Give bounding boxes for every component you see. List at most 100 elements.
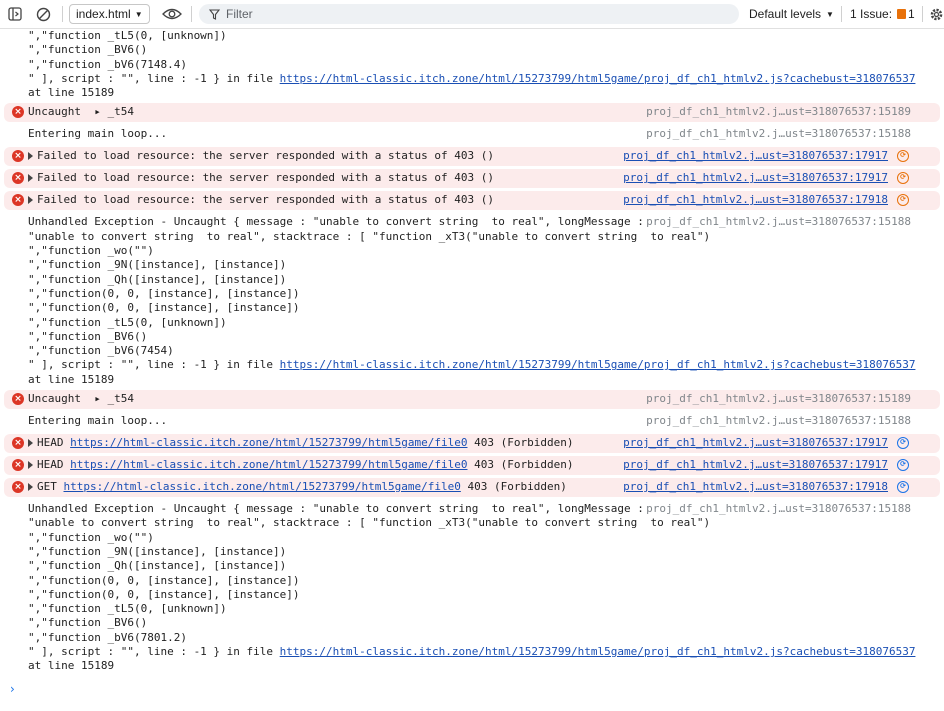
eye-icon xyxy=(162,8,182,20)
error-icon: × xyxy=(12,194,24,207)
issues-label: 1 Issue: xyxy=(850,7,893,21)
request-url-link[interactable]: https://html-classic.itch.zone/html/1527… xyxy=(70,458,467,471)
log-message: HEAD https://html-classic.itch.zone/html… xyxy=(28,436,573,450)
context-label: index.html xyxy=(76,7,131,21)
sidebar-toggle-button[interactable] xyxy=(8,0,22,28)
log-message: " ], script : "", line : -1 } in file ht… xyxy=(28,358,916,372)
log-message: at line 15189 xyxy=(28,372,115,386)
console-prompt[interactable]: › xyxy=(10,682,15,696)
info-row: Entering main loop... proj_df_ch1_htmlv2.… xyxy=(0,412,944,431)
request-url-link[interactable]: https://html-classic.itch.zone/html/1527… xyxy=(70,436,467,449)
expand-triangle-icon[interactable] xyxy=(28,461,33,470)
context-selector[interactable]: index.html ▼ xyxy=(69,4,150,24)
clear-icon xyxy=(36,7,51,21)
expand-triangle-icon[interactable] xyxy=(28,152,33,161)
issue-flag-icon xyxy=(897,9,907,19)
error-row[interactable]: × HEAD https://html-classic.itch.zone/htm… xyxy=(4,456,940,476)
error-icon: × xyxy=(12,437,24,450)
info-row: Entering main loop... proj_df_ch1_htmlv2.… xyxy=(0,125,944,144)
log-text: " ], script : "", line : -1 } in file ht… xyxy=(0,645,944,659)
log-text: at line 15189 xyxy=(0,373,944,387)
source-location-link[interactable]: proj_df_ch1_htmlv2.j…ust=318076537:17917 xyxy=(623,458,888,472)
log-message: Unhandled Exception - Uncaught { message… xyxy=(28,502,711,644)
source-location-link[interactable]: proj_df_ch1_htmlv2.j…ust=318076537:17918 xyxy=(623,193,888,207)
log-message: " ], script : "", line : -1 } in file ht… xyxy=(28,71,916,85)
log-message: Failed to load resource: the server resp… xyxy=(28,193,494,207)
log-text: " ], script : "", line : -1 } in file ht… xyxy=(0,358,944,372)
log-text: at line 15189 xyxy=(0,659,944,673)
log-message: Failed to load resource: the server resp… xyxy=(28,171,494,185)
filter-icon xyxy=(209,8,220,20)
log-message: " ], script : "", line : -1 } in file ht… xyxy=(28,645,916,659)
log-message: GET https://html-classic.itch.zone/html/… xyxy=(28,480,567,494)
error-row[interactable]: × Failed to load resource: the server res… xyxy=(4,191,940,211)
source-location-link[interactable]: proj_df_ch1_htmlv2.j…ust=318076537:15189 xyxy=(646,392,911,406)
log-levels-dropdown[interactable]: Default levels ▼ xyxy=(749,0,834,28)
error-icon: × xyxy=(12,393,24,406)
source-location-link[interactable]: proj_df_ch1_htmlv2.j…ust=318076537:17917 xyxy=(623,436,888,450)
network-request-icon[interactable]: ⟳ xyxy=(897,481,909,494)
source-location-link[interactable]: proj_df_ch1_htmlv2.j…ust=318076537:17917 xyxy=(623,171,888,185)
source-file-link[interactable]: https://html-classic.itch.zone/html/1527… xyxy=(280,645,916,658)
log-message: Uncaught ▸ _t54 xyxy=(28,392,134,406)
network-request-icon[interactable]: ⟳ xyxy=(897,437,909,450)
sidebar-icon xyxy=(8,7,22,21)
error-icon: × xyxy=(12,481,24,494)
log-message: Entering main loop... xyxy=(28,127,168,141)
error-row[interactable]: × Failed to load resource: the server res… xyxy=(4,147,940,167)
source-location-link[interactable]: proj_df_ch1_htmlv2.j…ust=318076537:15188 xyxy=(646,414,911,428)
gear-icon xyxy=(930,8,943,20)
error-row[interactable]: × HEAD https://html-classic.itch.zone/htm… xyxy=(4,434,940,454)
issues-count: 1 xyxy=(908,7,915,21)
chevron-down-icon: ▼ xyxy=(826,9,834,19)
expand-triangle-icon[interactable] xyxy=(28,196,33,205)
console-toolbar: index.html ▼ Filter Default levels ▼ 1 I… xyxy=(0,0,944,29)
log-message: Unhandled Exception - Uncaught { message… xyxy=(28,215,711,358)
error-row[interactable]: × GET https://html-classic.itch.zone/html… xyxy=(4,478,940,498)
log-message: HEAD https://html-classic.itch.zone/html… xyxy=(28,458,573,472)
error-row[interactable]: × Failed to load resource: the server res… xyxy=(4,169,940,189)
source-location-link[interactable]: proj_df_ch1_htmlv2.j…ust=318076537:17918 xyxy=(623,480,888,494)
error-row[interactable]: × Uncaught ▸ _t54 proj_df_ch1_htmlv2.j…ust… xyxy=(4,103,940,123)
network-request-icon[interactable]: ⟳ xyxy=(897,150,909,163)
log-text: " ], script : "", line : -1 } in file ht… xyxy=(0,72,944,86)
console-messages: ","function _tL5(0, [unknown]) ","functi… xyxy=(0,29,944,674)
error-icon: × xyxy=(12,150,24,163)
network-request-icon[interactable]: ⟳ xyxy=(897,172,909,185)
source-file-link[interactable]: https://html-classic.itch.zone/html/1527… xyxy=(280,358,916,371)
log-text: at line 15189 xyxy=(0,86,944,100)
log-message: Entering main loop... xyxy=(28,414,168,428)
log-message: Uncaught ▸ _t54 xyxy=(28,105,134,119)
network-request-icon[interactable]: ⟳ xyxy=(897,194,909,207)
source-location-link[interactable]: proj_df_ch1_htmlv2.j…ust=318076537:15188 xyxy=(646,502,911,517)
network-request-icon[interactable]: ⟳ xyxy=(897,459,909,472)
exception-row: Unhandled Exception - Uncaught { message… xyxy=(0,502,944,645)
source-location-link[interactable]: proj_df_ch1_htmlv2.j…ust=318076537:15188 xyxy=(646,127,911,141)
settings-button[interactable] xyxy=(929,0,944,28)
log-text: ","function _tL5(0, [unknown]) ","functi… xyxy=(0,29,944,72)
expand-triangle-icon[interactable] xyxy=(28,483,33,492)
source-location-link[interactable]: proj_df_ch1_htmlv2.j…ust=318076537:17917 xyxy=(623,149,888,163)
error-icon: × xyxy=(12,106,24,119)
filter-placeholder: Filter xyxy=(226,7,253,21)
exception-row: Unhandled Exception - Uncaught { message… xyxy=(0,215,944,358)
log-message: at line 15189 xyxy=(28,659,115,673)
error-icon: × xyxy=(12,172,24,185)
request-url-link[interactable]: https://html-classic.itch.zone/html/1527… xyxy=(64,480,461,493)
log-message: ","function _tL5(0, [unknown]) ","functi… xyxy=(28,29,227,71)
source-location-link[interactable]: proj_df_ch1_htmlv2.j…ust=318076537:15189 xyxy=(646,105,911,119)
issues-button[interactable]: 1 Issue: 1 xyxy=(850,0,915,28)
clear-console-button[interactable] xyxy=(36,0,51,28)
source-file-link[interactable]: https://html-classic.itch.zone/html/1527… xyxy=(280,72,916,85)
expand-triangle-icon[interactable] xyxy=(28,174,33,183)
log-message: Failed to load resource: the server resp… xyxy=(28,149,494,163)
filter-input[interactable]: Filter xyxy=(199,4,739,24)
source-location-link[interactable]: proj_df_ch1_htmlv2.j…ust=318076537:15188 xyxy=(646,215,911,230)
expand-triangle-icon[interactable] xyxy=(28,439,33,448)
levels-label: Default levels xyxy=(749,7,822,21)
error-row[interactable]: × Uncaught ▸ _t54 proj_df_ch1_htmlv2.j…ust… xyxy=(4,390,940,410)
log-message: at line 15189 xyxy=(28,86,115,100)
chevron-down-icon: ▼ xyxy=(134,9,143,19)
error-icon: × xyxy=(12,459,24,472)
live-expression-button[interactable] xyxy=(162,0,182,28)
